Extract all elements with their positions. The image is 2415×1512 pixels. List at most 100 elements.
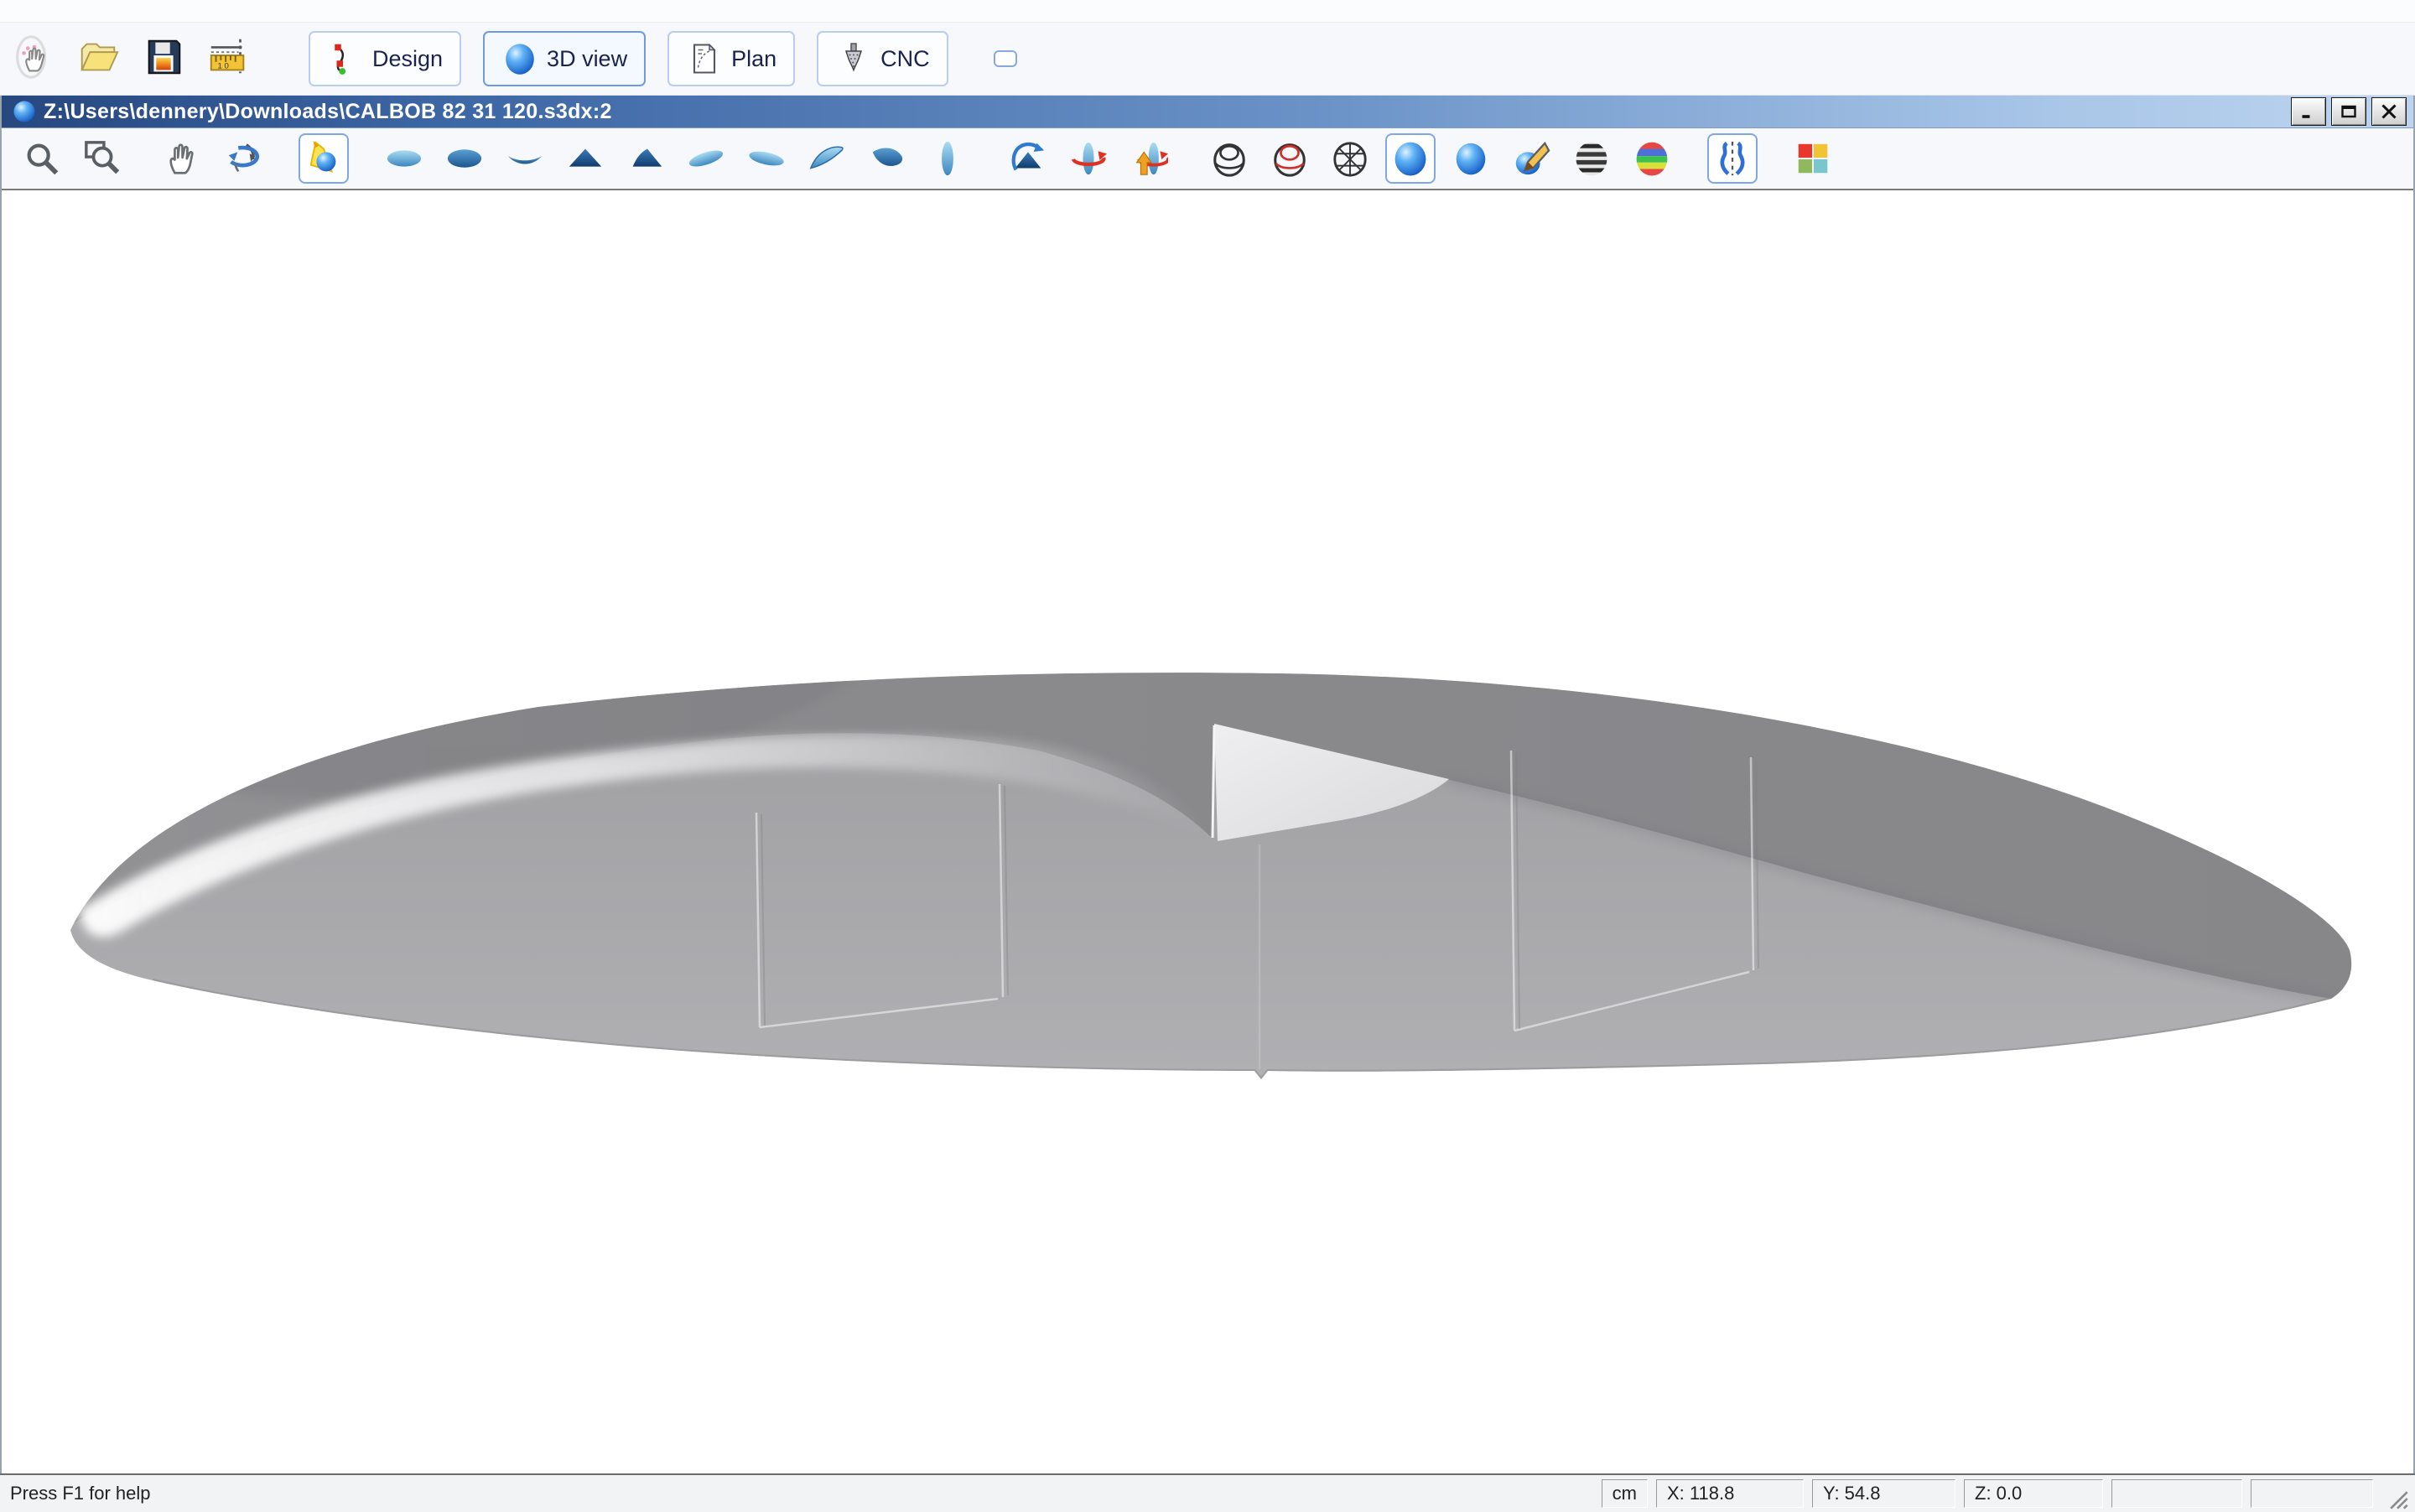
lens-icon — [506, 139, 544, 178]
unit-selector — [994, 50, 1103, 67]
status-bar: Press F1 for help cm X: 118.8 Y: 54.8 Z:… — [0, 1473, 2415, 1512]
status-x-coordinate: X: 118.8 — [1656, 1479, 1804, 1508]
sphere-rainbow-icon — [1633, 139, 1671, 178]
hand-icon — [164, 139, 202, 178]
design-button[interactable]: Design — [309, 31, 461, 86]
pan-icon[interactable] — [158, 133, 208, 184]
plan-sheet-icon — [686, 40, 723, 77]
status-z-coordinate: Z: 0.0 — [1964, 1479, 2103, 1508]
unit-inf-button[interactable] — [1079, 50, 1103, 67]
magnifier-icon — [23, 139, 61, 178]
rotate-animation-icon[interactable] — [1003, 133, 1053, 184]
blue-sphere-icon — [501, 40, 538, 77]
status-help-text: Press F1 for help — [7, 1483, 1593, 1504]
render-stripes-icon[interactable] — [1566, 133, 1617, 184]
rotate-view-icon[interactable] — [218, 133, 268, 184]
render-shaded-icon[interactable] — [1385, 133, 1436, 184]
tilt-wedge-1-icon — [808, 139, 846, 178]
lamp-icon — [304, 139, 343, 178]
dimensions-button[interactable]: 1 0 — [205, 35, 252, 82]
resize-grip[interactable] — [2380, 1478, 2408, 1509]
sphere-wire-red-icon — [1270, 139, 1309, 178]
close-icon — [2380, 104, 2398, 119]
view-perspective-3-icon[interactable] — [802, 133, 852, 184]
spin-board-icon — [1069, 139, 1108, 178]
maximize-button[interactable] — [2331, 97, 2366, 126]
lighting-icon[interactable] — [299, 133, 349, 184]
hand-pointer-icon — [10, 34, 55, 84]
view-tail-icon[interactable] — [621, 133, 671, 184]
minimize-button[interactable] — [2291, 97, 2326, 126]
document-title: Z:\Users\dennery\Downloads\CALBOB 82 31 … — [44, 100, 612, 124]
menu-bar — [0, 0, 2415, 23]
zoom-icon[interactable] — [17, 133, 67, 184]
save-button[interactable] — [140, 35, 187, 82]
view-perspective-2-icon[interactable] — [741, 133, 792, 184]
status-y-coordinate: Y: 54.8 — [1812, 1479, 1955, 1508]
ruler-icon: 1 0 — [206, 34, 252, 84]
cnc-button[interactable]: CNC — [817, 31, 948, 86]
new-board-button[interactable] — [9, 35, 56, 82]
open-button[interactable] — [75, 35, 122, 82]
maximize-icon — [2340, 104, 2358, 119]
board-outline-icon — [928, 139, 967, 178]
zoom-window-icon[interactable] — [77, 133, 127, 184]
spin-board-up-icon — [1130, 139, 1168, 178]
unit-cm-button[interactable] — [994, 50, 1017, 67]
orbit-icon — [224, 139, 262, 178]
sphere-blue-2-icon — [1452, 139, 1490, 178]
ellipse-light-icon — [385, 139, 423, 178]
document-window: Z:\Users\dennery\Downloads\CALBOB 82 31 … — [0, 96, 2415, 1473]
tilt-ellipse-1-icon — [687, 139, 725, 178]
tilt-ellipse-2-icon — [747, 139, 786, 178]
view-outline-icon[interactable] — [922, 133, 973, 184]
close-button[interactable] — [2371, 97, 2407, 126]
design-nodes-icon — [327, 40, 364, 77]
view-perspective-1-icon[interactable] — [681, 133, 731, 184]
svg-text:1 0: 1 0 — [218, 61, 229, 70]
symmetry-icon — [1713, 139, 1752, 178]
floppy-disk-icon — [141, 34, 186, 84]
view-bottom-icon[interactable] — [439, 133, 490, 184]
cnc-bit-icon — [835, 40, 872, 77]
view-deck-icon[interactable] — [379, 133, 429, 184]
magnifier-window-icon — [83, 139, 122, 178]
sphere-blue-icon — [1391, 139, 1430, 178]
symmetry-icon[interactable] — [1707, 133, 1758, 184]
minimize-icon — [2299, 104, 2318, 119]
palette-icon — [1794, 139, 1832, 178]
rotate-z-icon[interactable] — [1063, 133, 1114, 184]
tilt-wedge-2-icon — [868, 139, 906, 178]
open-folder-icon — [75, 34, 121, 84]
triangle-icon — [566, 139, 605, 178]
view-nose-icon[interactable] — [560, 133, 610, 184]
sphere-mesh-icon — [1331, 139, 1369, 178]
window-buttons — [2286, 97, 2407, 126]
viewport-3d[interactable] — [2, 189, 2413, 1473]
render-wireframe-red-icon[interactable] — [1265, 133, 1315, 184]
status-unit: cm — [1602, 1479, 1648, 1508]
triangle2-icon — [626, 139, 665, 178]
color-settings-icon[interactable] — [1788, 133, 1838, 184]
sphere-stripes-icon — [1572, 139, 1611, 178]
render-wireframe-icon[interactable] — [1204, 133, 1254, 184]
render-curvature-icon[interactable] — [1627, 133, 1677, 184]
render-sketch-icon[interactable] — [1506, 133, 1556, 184]
view-rail-icon[interactable] — [500, 133, 550, 184]
sphere-pencil-icon — [1512, 139, 1550, 178]
sphere-wire-icon — [1210, 139, 1249, 178]
ellipse-dark-icon — [445, 139, 484, 178]
document-sphere-icon — [12, 99, 37, 124]
unit-inch-button[interactable] — [1051, 50, 1074, 67]
flip-board-icon[interactable] — [1124, 133, 1174, 184]
board-3d-render — [2, 190, 2413, 1473]
status-empty-panel — [2111, 1479, 2242, 1508]
view-3d-button[interactable]: 3D view — [483, 31, 646, 86]
render-mesh-icon[interactable] — [1325, 133, 1375, 184]
status-empty-panel — [2251, 1479, 2373, 1508]
render-smooth-icon[interactable] — [1446, 133, 1496, 184]
orbit-triangle-icon — [1009, 139, 1047, 178]
plan-button[interactable]: Plan — [667, 31, 795, 86]
unit-mm-button[interactable] — [1022, 50, 1046, 67]
view-perspective-4-icon[interactable] — [862, 133, 912, 184]
